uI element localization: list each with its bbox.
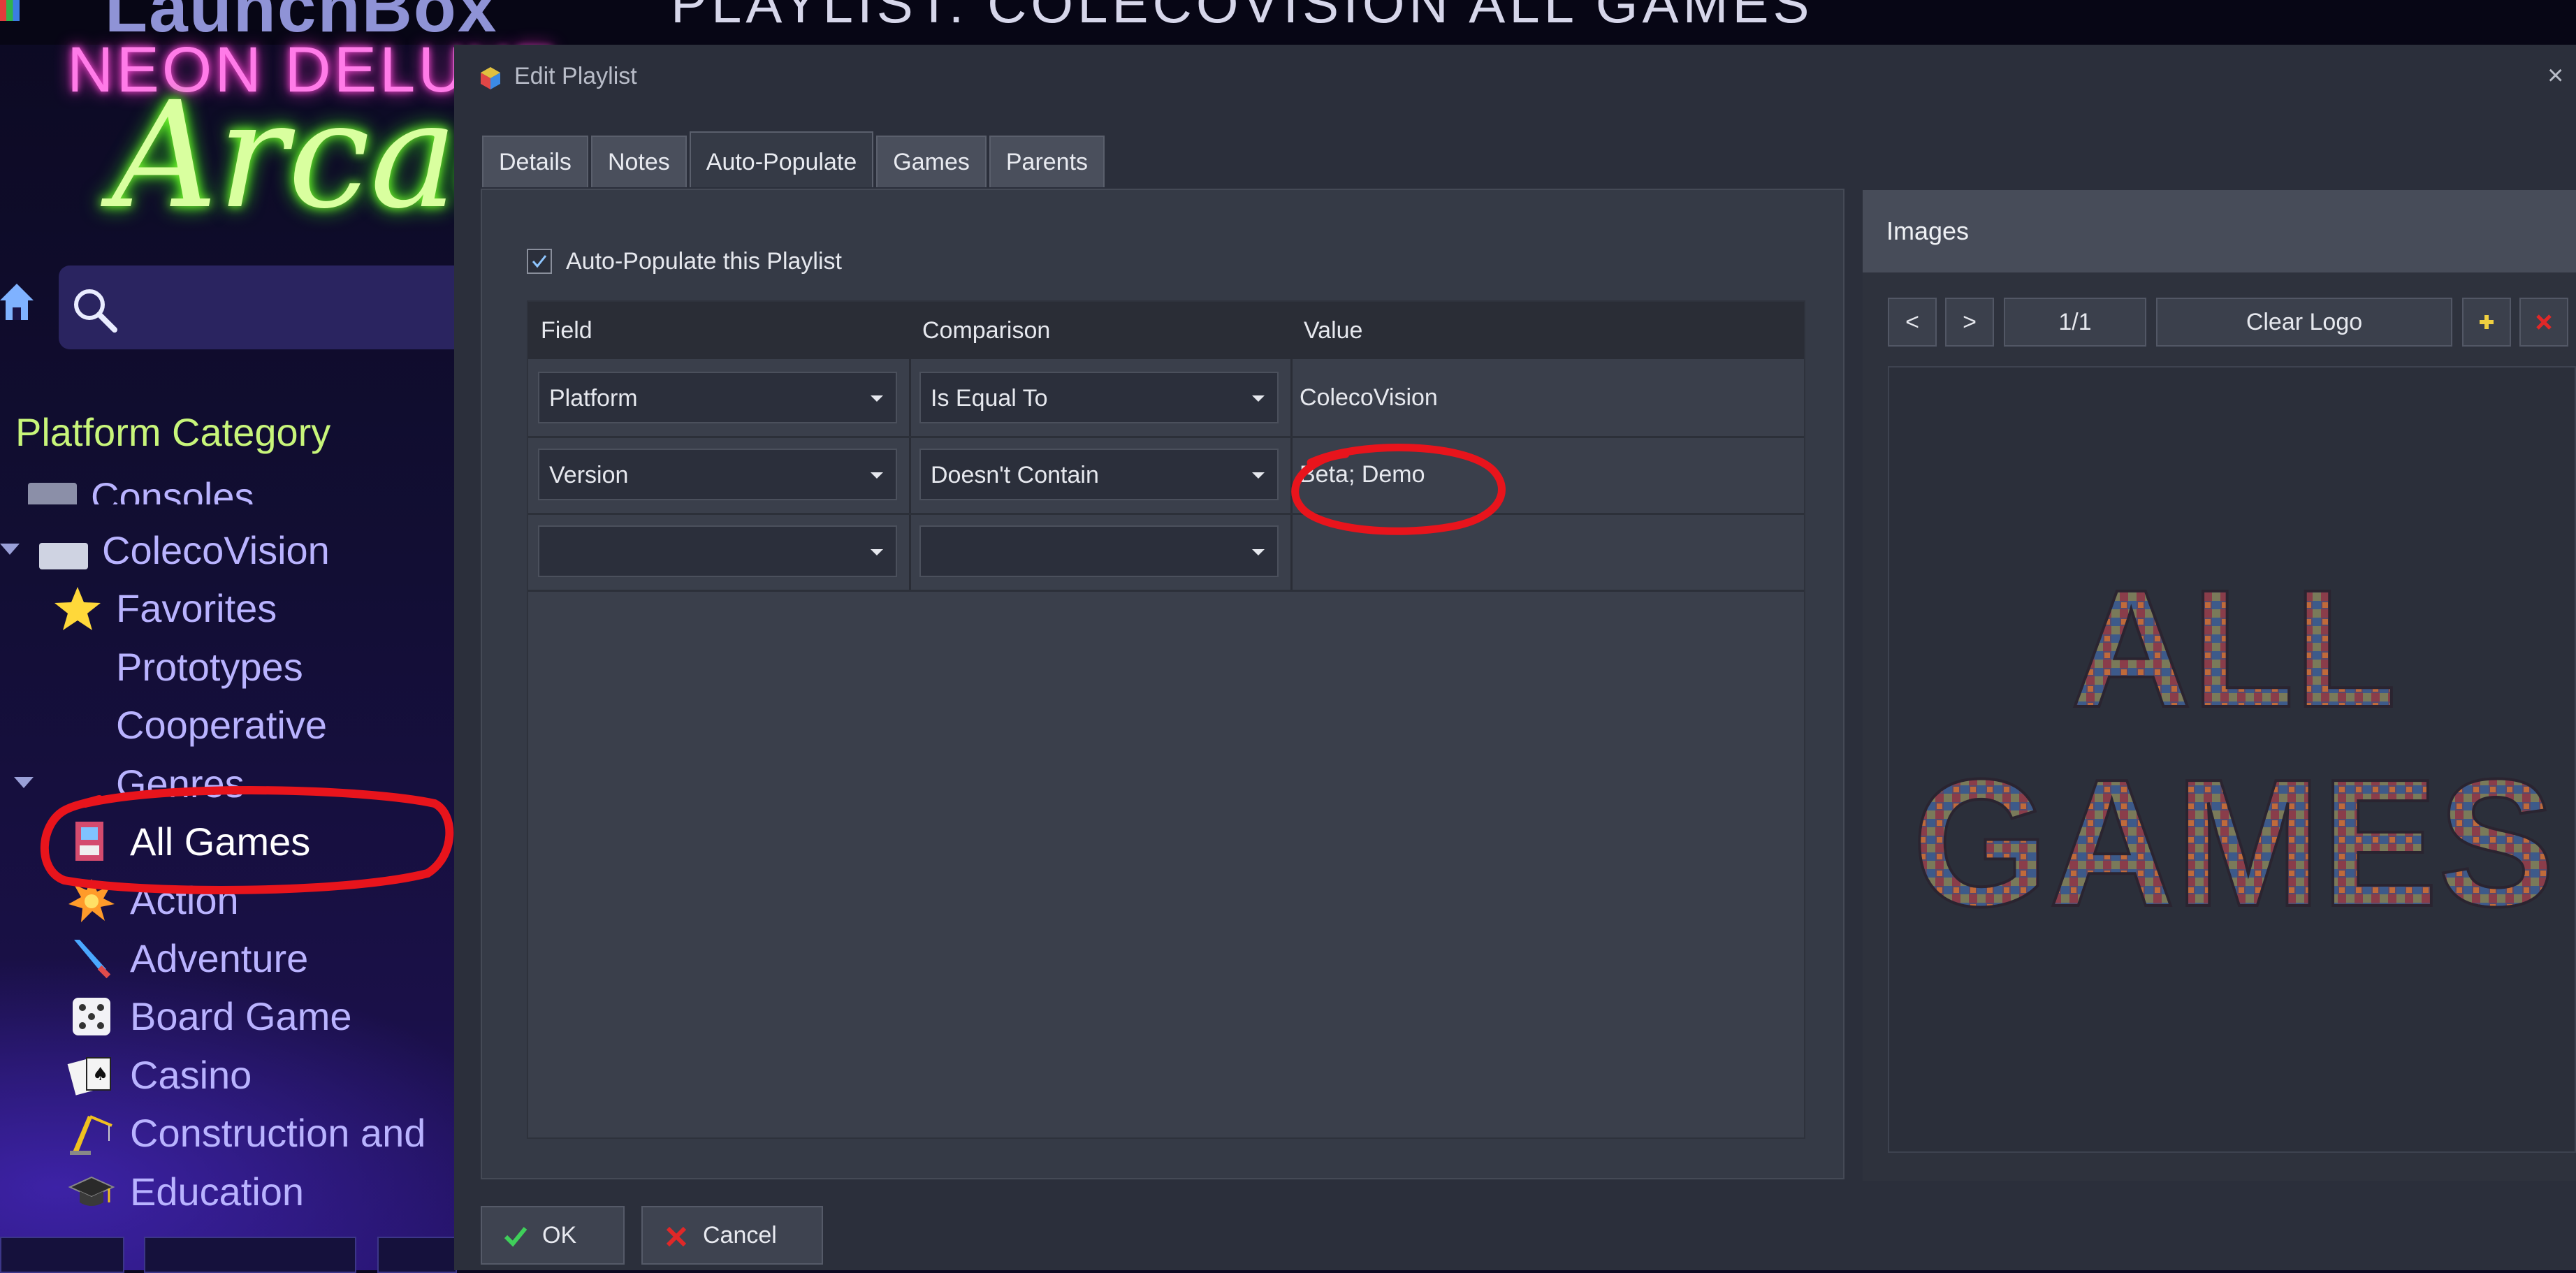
delete-icon <box>2536 314 2552 330</box>
search-input[interactable] <box>59 265 478 349</box>
search-icon <box>74 289 117 333</box>
bottom-tile[interactable] <box>0 1237 124 1273</box>
playlist-header-title: PLAYLIST: COLECOVISION ALL GAMES <box>671 0 1814 34</box>
sidebar-item-board-game[interactable]: Board Game <box>67 989 352 1038</box>
tab-auto-populate[interactable]: Auto-Populate <box>689 131 874 187</box>
value-cell[interactable]: ColecoVision <box>1300 359 1438 436</box>
checkmark-icon <box>504 1227 527 1247</box>
table-row: Version Doesn't Contain Beta; Demo <box>528 436 1804 515</box>
delete-image-button[interactable] <box>2519 298 2568 347</box>
image-counter: 1/1 <box>2004 298 2146 347</box>
clear-logo-button[interactable]: Clear Logo <box>2156 298 2452 347</box>
auto-populate-checkbox-label: Auto-Populate this Playlist <box>566 247 842 275</box>
launchbox-app-icon <box>481 67 500 89</box>
svg-text:♠: ♠ <box>92 1064 108 1085</box>
checkmark-icon <box>532 255 547 268</box>
sidebar-item-cooperative[interactable]: Cooperative <box>53 698 327 747</box>
explosion-icon <box>68 879 115 923</box>
all-games-logo-image: ALL GAMES <box>1911 553 2556 933</box>
next-image-button[interactable]: > <box>1945 298 1994 347</box>
crane-icon <box>70 1115 112 1156</box>
auto-populate-panel: Auto-Populate this Playlist Field Compar… <box>481 189 1844 1179</box>
field-dropdown[interactable]: Version <box>538 449 897 500</box>
field-dropdown[interactable]: Platform <box>538 372 897 423</box>
all-games-line-2: GAMES <box>1912 742 2555 933</box>
sidebar-item-consoles[interactable]: Consoles <box>28 470 254 504</box>
collapse-arrow-icon[interactable] <box>14 777 34 788</box>
cancel-button[interactable]: Cancel <box>641 1206 823 1265</box>
tab-bar: Details Notes Auto-Populate Games Parent… <box>482 131 1107 189</box>
table-row: Platform Is Equal To ColecoVision <box>528 359 1804 438</box>
dialog-title: Edit Playlist <box>514 63 637 89</box>
console-icon <box>28 483 77 504</box>
sidebar-item-prototypes[interactable]: Prototypes <box>53 640 303 689</box>
chevron-down-icon <box>1252 472 1265 479</box>
bottom-tile[interactable] <box>377 1237 457 1273</box>
column-header-field[interactable]: Field <box>528 302 910 359</box>
chevron-down-icon <box>871 395 883 402</box>
plus-icon <box>2480 315 2494 329</box>
all-games-icon <box>75 822 103 861</box>
chevron-down-icon <box>1252 395 1265 402</box>
sword-icon <box>74 940 111 979</box>
previous-image-button[interactable]: < <box>1888 298 1937 347</box>
close-icon[interactable]: × <box>2547 60 2563 92</box>
sidebar-item-favorites[interactable]: Favorites <box>53 581 277 631</box>
graduation-cap-icon <box>68 1177 115 1207</box>
dice-icon <box>73 998 110 1036</box>
ok-button[interactable]: OK <box>481 1206 625 1265</box>
star-icon <box>54 587 101 631</box>
grid-header: Field Comparison Value <box>528 302 1804 359</box>
column-header-value[interactable]: Value <box>1291 302 1804 359</box>
sidebar-item-adventure[interactable]: Adventure <box>67 931 308 980</box>
edit-playlist-dialog: Edit Playlist × Details Notes Auto-Popul… <box>454 45 2576 1270</box>
chevron-down-icon <box>871 549 883 555</box>
all-games-line-1: ALL <box>2071 555 2397 742</box>
chevron-down-icon <box>871 472 883 479</box>
sidebar-item-education[interactable]: Education <box>67 1165 304 1214</box>
table-row <box>528 513 1804 592</box>
images-header: Images <box>1863 190 2576 272</box>
images-title: Images <box>1886 217 1970 245</box>
add-image-button[interactable] <box>2462 298 2511 347</box>
cards-icon: ♠ <box>67 1057 111 1096</box>
comparison-dropdown[interactable] <box>919 525 1279 577</box>
value-cell[interactable]: Beta; Demo <box>1300 436 1425 513</box>
auto-populate-checkbox[interactable] <box>527 249 552 274</box>
launchbox-cube-icon <box>0 0 20 21</box>
tab-details[interactable]: Details <box>482 136 588 187</box>
images-panel: Images < > 1/1 Clear Logo ALL GAMES <box>1863 190 2576 1181</box>
column-header-comparison[interactable]: Comparison <box>910 302 1291 359</box>
sidebar-item-genres[interactable]: Genres <box>53 757 245 806</box>
field-dropdown[interactable] <box>538 525 897 577</box>
sidebar-heading: Platform Category <box>15 410 331 454</box>
dialog-titlebar: Edit Playlist × <box>454 45 2576 112</box>
chevron-down-icon <box>1252 549 1265 555</box>
collapse-arrow-icon[interactable] <box>0 544 20 555</box>
tab-parents[interactable]: Parents <box>989 136 1105 187</box>
home-icon[interactable] <box>0 281 34 323</box>
cancel-icon <box>666 1226 687 1247</box>
bottom-tile[interactable] <box>144 1237 356 1273</box>
sidebar-item-all-games[interactable]: All Games <box>67 815 310 864</box>
sidebar-item-construction[interactable]: Construction and <box>67 1106 425 1156</box>
logo-image-area: ALL GAMES <box>1888 366 2576 1153</box>
rules-grid: Field Comparison Value Platform Is Equal… <box>527 300 1805 1139</box>
tab-notes[interactable]: Notes <box>590 136 687 187</box>
auto-populate-checkbox-row[interactable]: Auto-Populate this Playlist <box>527 246 842 277</box>
sidebar-item-action[interactable]: Action <box>67 873 239 923</box>
comparison-dropdown[interactable]: Is Equal To <box>919 372 1279 423</box>
comparison-dropdown[interactable]: Doesn't Contain <box>919 449 1279 500</box>
sidebar-item-colecovision[interactable]: ColecoVision <box>39 523 330 572</box>
colecovision-icon <box>39 543 88 570</box>
tab-games[interactable]: Games <box>876 136 987 187</box>
sidebar-item-casino[interactable]: ♠ Casino <box>67 1048 252 1097</box>
